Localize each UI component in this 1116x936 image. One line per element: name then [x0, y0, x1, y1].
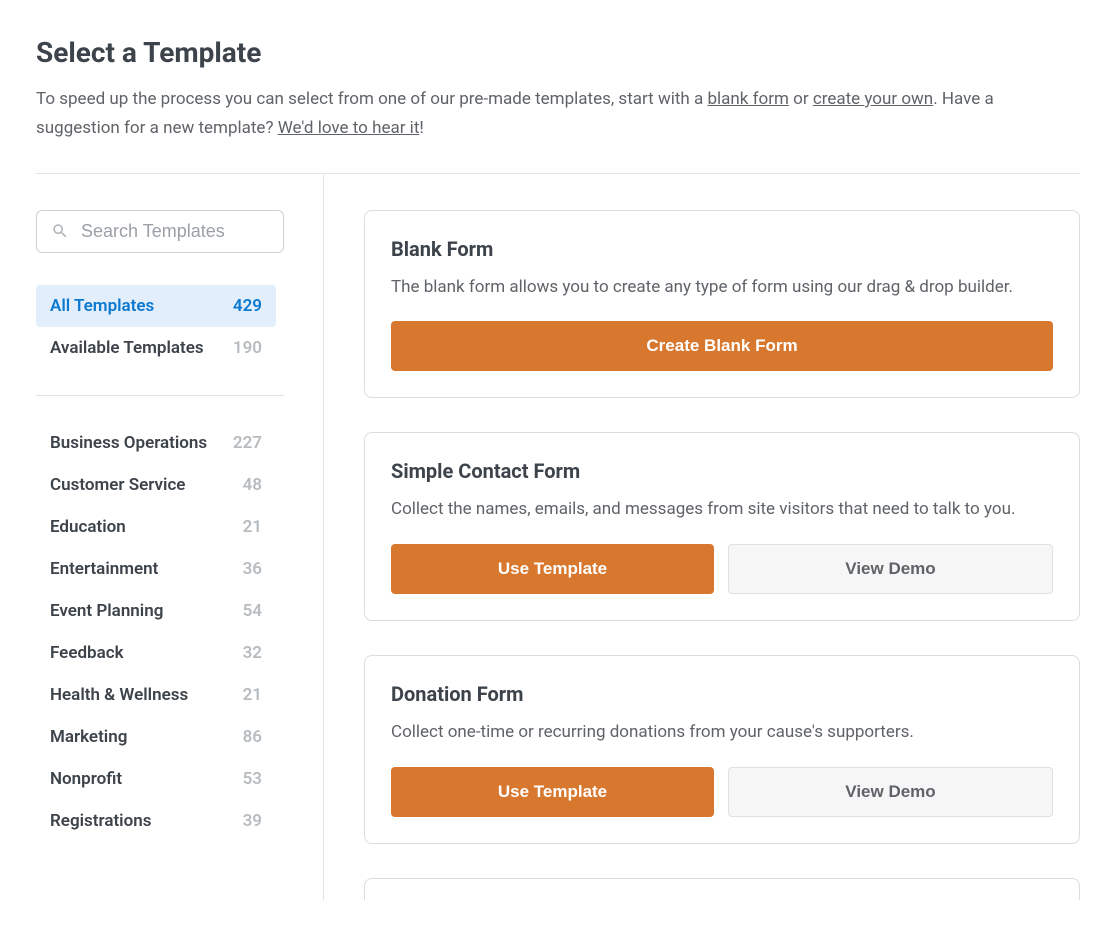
create-blank-form-button[interactable]: Create Blank Form — [391, 321, 1053, 371]
search-box[interactable] — [36, 210, 284, 253]
template-title: Blank Form — [391, 237, 1053, 261]
category-label: Customer Service — [50, 475, 185, 495]
sidebar-divider — [36, 395, 284, 396]
category-label: Health & Wellness — [50, 685, 188, 705]
sidebar: All Templates 429 Available Templates 19… — [36, 174, 324, 900]
use-template-button[interactable]: Use Template — [391, 767, 714, 817]
category-business-operations[interactable]: Business Operations 227 — [36, 422, 276, 464]
page-subtitle: To speed up the process you can select f… — [36, 85, 1080, 143]
template-card-simple-contact-form: Simple Contact Form Collect the names, e… — [364, 432, 1080, 621]
template-card-partial — [364, 878, 1080, 900]
filter-label: All Templates — [50, 296, 154, 316]
template-description: Collect the names, emails, and messages … — [391, 497, 1053, 522]
search-input[interactable] — [81, 221, 269, 242]
category-count: 54 — [243, 601, 262, 621]
view-demo-button[interactable]: View Demo — [728, 767, 1053, 817]
template-list: Blank Form The blank form allows you to … — [324, 174, 1080, 900]
template-buttons: Use Template View Demo — [391, 544, 1053, 594]
category-count: 21 — [243, 685, 262, 705]
template-description: The blank form allows you to create any … — [391, 275, 1053, 300]
category-label: Entertainment — [50, 559, 158, 579]
category-count: 21 — [243, 517, 262, 537]
category-label: Education — [50, 517, 126, 537]
category-entertainment[interactable]: Entertainment 36 — [36, 548, 276, 590]
category-count: 53 — [243, 769, 262, 789]
category-count: 36 — [243, 559, 262, 579]
template-card-blank-form: Blank Form The blank form allows you to … — [364, 210, 1080, 399]
category-nonprofit[interactable]: Nonprofit 53 — [36, 758, 276, 800]
category-count: 32 — [243, 643, 262, 663]
search-icon — [51, 222, 69, 240]
blank-form-link[interactable]: blank form — [707, 89, 788, 109]
template-description: Collect one-time or recurring donations … — [391, 720, 1053, 745]
use-template-button[interactable]: Use Template — [391, 544, 714, 594]
category-label: Business Operations — [50, 433, 207, 453]
category-registrations[interactable]: Registrations 39 — [36, 800, 276, 842]
category-count: 48 — [243, 475, 262, 495]
category-count: 86 — [243, 727, 262, 747]
category-list: Business Operations 227 Customer Service… — [36, 422, 303, 842]
view-demo-button[interactable]: View Demo — [728, 544, 1053, 594]
category-education[interactable]: Education 21 — [36, 506, 276, 548]
category-feedback[interactable]: Feedback 32 — [36, 632, 276, 674]
subtitle-text: or — [789, 89, 813, 109]
template-buttons: Use Template View Demo — [391, 767, 1053, 817]
subtitle-text: ! — [419, 118, 423, 138]
page-header: Select a Template To speed up the proces… — [36, 36, 1080, 143]
category-label: Feedback — [50, 643, 124, 663]
category-label: Marketing — [50, 727, 127, 747]
filter-count: 190 — [233, 338, 262, 358]
template-buttons: Create Blank Form — [391, 321, 1053, 371]
template-card-donation-form: Donation Form Collect one-time or recurr… — [364, 655, 1080, 844]
template-title: Donation Form — [391, 682, 1053, 706]
subtitle-text: To speed up the process you can select f… — [36, 89, 707, 109]
content-layout: All Templates 429 Available Templates 19… — [36, 174, 1080, 900]
top-filter-list: All Templates 429 Available Templates 19… — [36, 285, 303, 369]
category-count: 227 — [233, 433, 262, 453]
category-health-wellness[interactable]: Health & Wellness 21 — [36, 674, 276, 716]
template-title: Simple Contact Form — [391, 459, 1053, 483]
feedback-link[interactable]: We'd love to hear it — [278, 118, 420, 138]
category-label: Nonprofit — [50, 769, 122, 789]
page-title: Select a Template — [36, 36, 1080, 69]
filter-label: Available Templates — [50, 338, 204, 358]
category-label: Event Planning — [50, 601, 163, 621]
category-event-planning[interactable]: Event Planning 54 — [36, 590, 276, 632]
category-count: 39 — [243, 811, 262, 831]
filter-available-templates[interactable]: Available Templates 190 — [36, 327, 276, 369]
create-your-own-link[interactable]: create your own — [813, 89, 933, 109]
category-customer-service[interactable]: Customer Service 48 — [36, 464, 276, 506]
category-marketing[interactable]: Marketing 86 — [36, 716, 276, 758]
filter-count: 429 — [233, 296, 262, 316]
category-label: Registrations — [50, 811, 151, 831]
filter-all-templates[interactable]: All Templates 429 — [36, 285, 276, 327]
